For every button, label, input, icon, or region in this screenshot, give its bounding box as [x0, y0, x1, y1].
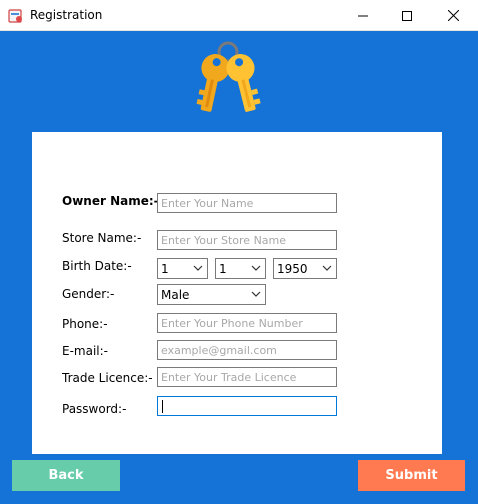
keys-icon — [196, 41, 261, 112]
window-title: Registration — [30, 8, 103, 22]
birth-day-value: 1 — [161, 262, 169, 276]
gender-value: Male — [161, 288, 190, 302]
owner-name-label: Owner Name:- — [62, 194, 159, 208]
chevron-down-icon — [251, 265, 261, 271]
minimize-icon — [358, 15, 368, 16]
chevron-down-icon — [251, 291, 261, 297]
submit-button[interactable]: Submit — [358, 460, 465, 491]
close-button[interactable] — [430, 0, 476, 31]
gender-select[interactable]: Male — [157, 284, 266, 305]
birth-year-select[interactable]: 1950 — [273, 258, 337, 279]
trade-licence-input[interactable]: Enter Your Trade Licence — [157, 367, 337, 387]
chevron-down-icon — [322, 265, 332, 271]
email-label: E-mail:- — [62, 344, 108, 358]
app-icon — [8, 9, 22, 23]
trade-licence-label: Trade Licence:- — [62, 371, 153, 385]
text-caret — [162, 400, 163, 413]
title-bar: Registration — [0, 0, 478, 31]
store-name-input[interactable]: Enter Your Store Name — [157, 230, 337, 250]
password-input[interactable] — [157, 396, 337, 416]
back-button[interactable]: Back — [12, 460, 120, 491]
owner-name-input[interactable]: Enter Your Name — [157, 193, 337, 213]
gender-label: Gender:- — [62, 287, 115, 301]
store-name-label: Store Name:- — [62, 231, 142, 245]
minimize-button[interactable] — [340, 0, 386, 31]
birth-month-value: 1 — [219, 262, 227, 276]
phone-input[interactable]: Enter Your Phone Number — [157, 313, 337, 333]
birth-year-value: 1950 — [277, 262, 308, 276]
email-input[interactable]: example@gmail.com — [157, 340, 337, 360]
chevron-down-icon — [193, 265, 203, 271]
password-label: Password:- — [62, 402, 127, 416]
birth-month-select[interactable]: 1 — [215, 258, 266, 279]
phone-label: Phone:- — [62, 317, 108, 331]
maximize-icon — [402, 10, 412, 21]
birth-day-select[interactable]: 1 — [157, 258, 208, 279]
birth-date-label: Birth Date:- — [62, 259, 132, 273]
close-icon — [447, 10, 459, 21]
maximize-button[interactable] — [384, 0, 430, 31]
